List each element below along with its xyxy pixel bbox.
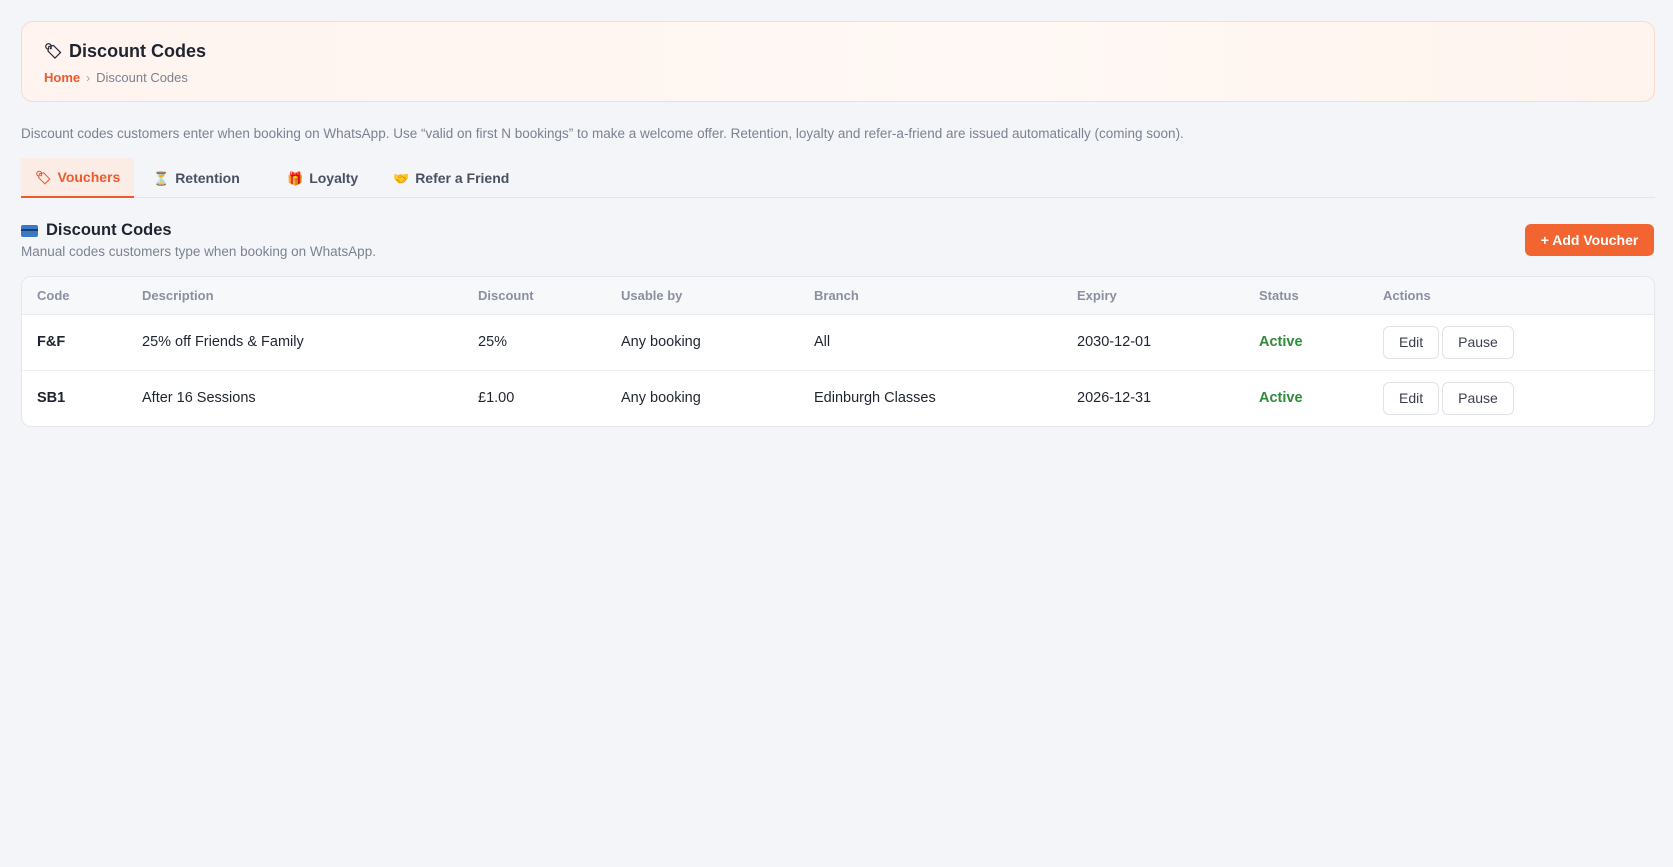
gift-icon: 🎁 xyxy=(287,170,304,186)
tag-icon: 🏷 xyxy=(44,43,64,60)
tab-bar: 🏷 Vouchers ⏳ Retention 🎁 Loyalty 🤝 Refer… xyxy=(21,158,1655,198)
breadcrumb-current: Discount Codes xyxy=(96,70,188,85)
vouchers-table: Code Description Discount Usable by Bran… xyxy=(21,276,1655,427)
hourglass-icon: ⏳ xyxy=(153,170,170,186)
pause-button[interactable]: Pause xyxy=(1442,381,1514,415)
cell-description: 25% off Friends & Family xyxy=(127,314,463,371)
column-header-status[interactable]: Status xyxy=(1244,277,1368,315)
table-row: F&F 25% off Friends & Family 25% Any boo… xyxy=(22,314,1654,371)
cell-expiry: 2030-12-01 xyxy=(1062,314,1244,371)
breadcrumb: Home › Discount Codes xyxy=(44,70,188,85)
cell-description: After 16 Sessions xyxy=(142,390,256,407)
cell-usable-by: Any booking xyxy=(621,390,701,407)
edit-button[interactable]: Edit xyxy=(1383,381,1440,415)
column-header-actions: Actions xyxy=(1368,277,1654,315)
tag-icon: 🏷 xyxy=(35,169,52,185)
cell-usable-by: Any booking xyxy=(606,314,799,371)
tab-label: Vouchers xyxy=(57,169,121,185)
column-header-branch[interactable]: Branch xyxy=(799,277,1062,315)
column-header-code[interactable]: Code xyxy=(22,277,127,315)
column-header-expiry[interactable]: Expiry xyxy=(1062,277,1244,315)
tab-label: Loyalty xyxy=(309,170,359,186)
column-header-description[interactable]: Description xyxy=(127,277,463,315)
intro-text: Discount codes customers enter when book… xyxy=(21,126,1184,141)
tab-loyalty[interactable]: 🎁 Loyalty xyxy=(273,158,372,198)
table-header-row: Code Description Discount Usable by Bran… xyxy=(22,277,1654,315)
breadcrumb-home-link[interactable]: Home xyxy=(44,70,80,85)
column-header-discount[interactable]: Discount xyxy=(463,277,606,315)
cell-expiry: 2026-12-31 xyxy=(1077,390,1152,407)
cell-branch: All xyxy=(799,314,1062,371)
cell-actions: Edit Pause xyxy=(1368,314,1654,371)
page-title-text: Discount Codes xyxy=(69,41,207,61)
tab-label: Refer a Friend xyxy=(415,170,510,186)
breadcrumb-separator: › xyxy=(86,70,91,85)
status-badge: Active xyxy=(1244,314,1368,371)
edit-button[interactable]: Edit xyxy=(1383,325,1440,359)
cell-actions: Edit Pause xyxy=(1368,370,1654,426)
tab-refer-a-friend[interactable]: 🤝 Refer a Friend xyxy=(379,158,523,198)
cell-discount: £1.00 xyxy=(478,390,515,407)
tab-vouchers[interactable]: 🏷 Vouchers xyxy=(21,158,135,198)
cell-code: SB1 xyxy=(37,390,66,407)
page-title: 🏷 Discount Codes xyxy=(44,41,206,62)
add-voucher-button[interactable]: + Add Voucher xyxy=(1525,224,1654,256)
table-row: SB1 After 16 Sessions £1.00 Any booking … xyxy=(22,370,1654,426)
column-header-usable-by[interactable]: Usable by xyxy=(606,277,799,315)
handshake-icon: 🤝 xyxy=(393,170,410,186)
page-header: 🏷 Discount Codes Home › Discount Codes xyxy=(21,21,1655,102)
tab-retention[interactable]: ⏳ Retention xyxy=(139,158,254,198)
cell-discount: 25% xyxy=(463,314,606,371)
tab-label: Retention xyxy=(175,170,240,186)
section-title-text: Discount Codes xyxy=(46,221,172,239)
section-subtitle: Manual codes customers type when booking… xyxy=(21,244,376,259)
credit-card-icon xyxy=(21,224,38,237)
status-badge: Active xyxy=(1259,390,1303,407)
cell-branch: Edinburgh Classes xyxy=(814,390,936,407)
section-title: Discount Codes xyxy=(21,221,172,240)
pause-button[interactable]: Pause xyxy=(1442,325,1514,359)
cell-code: F&F xyxy=(22,314,127,371)
